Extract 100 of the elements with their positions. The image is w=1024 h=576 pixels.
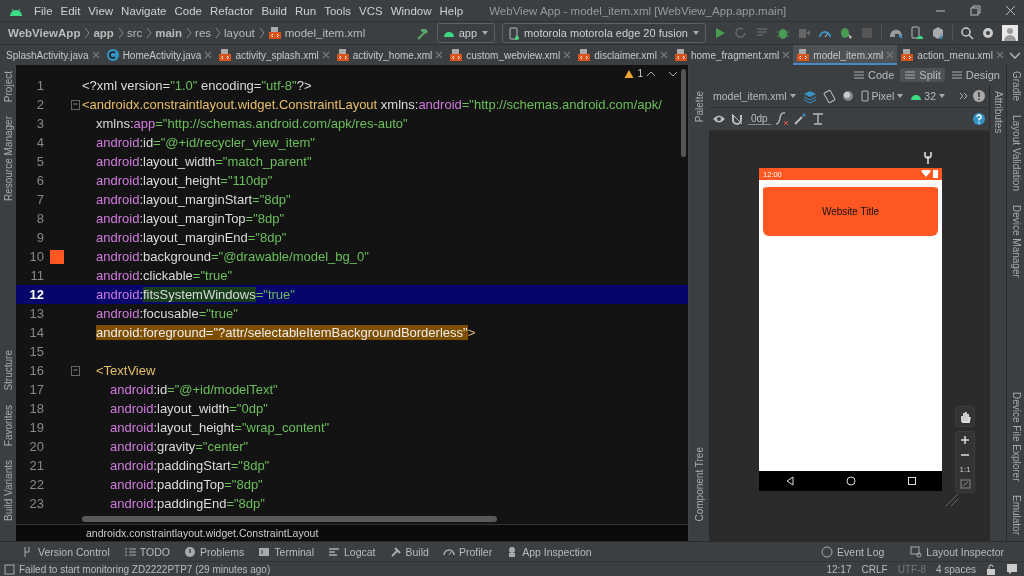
- zoom-in-icon[interactable]: [960, 435, 970, 445]
- file-tab[interactable]: HomeActivity.java: [102, 45, 216, 65]
- close-icon[interactable]: [563, 50, 572, 60]
- run-icon[interactable]: [713, 26, 727, 40]
- margin-field[interactable]: 0dp: [748, 113, 771, 125]
- menu-item[interactable]: Window: [386, 4, 436, 17]
- chevron-down-icon[interactable]: [1009, 50, 1021, 60]
- tool-window-button[interactable]: Build: [389, 545, 429, 558]
- run-config-dropdown[interactable]: app: [436, 23, 496, 43]
- tool-window-tab[interactable]: Layout Validation: [1010, 113, 1022, 193]
- actual-size-button[interactable]: 1:1: [959, 465, 971, 474]
- fold-icon[interactable]: [70, 98, 81, 111]
- tool-window-tab[interactable]: Project: [2, 69, 14, 105]
- file-tab[interactable]: action_menu.xml: [897, 45, 1007, 65]
- menu-item[interactable]: Tools: [320, 4, 355, 17]
- menu-item[interactable]: VCS: [355, 4, 387, 17]
- tool-window-tab[interactable]: Device Manager: [1010, 203, 1022, 280]
- menu-item[interactable]: Help: [435, 4, 468, 17]
- path-icon[interactable]: [774, 112, 789, 126]
- rotate-icon[interactable]: [821, 88, 837, 104]
- close-icon[interactable]: [659, 50, 668, 60]
- status-item[interactable]: 4 spaces: [935, 563, 976, 575]
- file-tab[interactable]: activity_home.xml: [332, 45, 447, 65]
- up-icon[interactable]: [646, 69, 656, 78]
- tool-window-button[interactable]: Version Control: [22, 545, 110, 558]
- tool-window-button[interactable]: App Inspection: [506, 545, 592, 558]
- menu-item[interactable]: File: [30, 4, 57, 17]
- file-tab[interactable]: custom_webview.xml: [446, 45, 575, 65]
- file-dropdown[interactable]: model_item.xml: [712, 90, 798, 102]
- tool-window-tab[interactable]: Resource Manager: [2, 114, 14, 204]
- menu-item[interactable]: Edit: [56, 4, 85, 17]
- lock-icon[interactable]: [986, 563, 996, 575]
- layers-icon[interactable]: [801, 88, 818, 104]
- bug-icon[interactable]: [776, 26, 790, 40]
- tool-window-tab[interactable]: Gradle: [1010, 69, 1022, 103]
- close-icon[interactable]: [995, 50, 1004, 60]
- device-dropdown[interactable]: Pixel: [858, 90, 906, 102]
- tool-window-tab[interactable]: Palette: [693, 89, 705, 125]
- restore-icon[interactable]: [970, 5, 981, 16]
- warning-count[interactable]: 1: [637, 68, 643, 79]
- device-dropdown[interactable]: motorola motorola edge 20 fusion: [502, 23, 706, 43]
- fold-icon[interactable]: [70, 364, 81, 377]
- breadcrumb[interactable]: res: [195, 27, 212, 39]
- bug-icon[interactable]: [839, 26, 853, 40]
- back-icon[interactable]: [784, 476, 795, 486]
- breadcrumb[interactable]: layout: [224, 27, 255, 39]
- breadcrumb[interactable]: main: [155, 27, 183, 39]
- file-tab[interactable]: disclaimer.xml: [574, 45, 671, 65]
- breadcrumb[interactable]: WebViewApp: [8, 27, 81, 39]
- close-icon[interactable]: [1005, 5, 1016, 16]
- scrollbar[interactable]: [82, 516, 497, 522]
- double-chevron-icon[interactable]: [959, 91, 968, 101]
- view-mode-button[interactable]: Design: [946, 68, 1004, 82]
- close-icon[interactable]: [435, 50, 444, 60]
- tool-window-tab[interactable]: Build Variants: [2, 458, 14, 523]
- menu-item[interactable]: Run: [291, 4, 321, 17]
- theme-icon[interactable]: [840, 89, 855, 103]
- status-item[interactable]: 12:17: [826, 563, 852, 575]
- menu-item[interactable]: Navigate: [117, 4, 171, 17]
- phone-icon[interactable]: [910, 26, 924, 40]
- recents-icon[interactable]: [906, 476, 917, 486]
- warning-icon[interactable]: [624, 68, 635, 79]
- tool-window-tab[interactable]: Emulator: [1010, 493, 1022, 537]
- panel-icon[interactable]: [4, 563, 15, 575]
- tool-window-tab[interactable]: Component Tree: [693, 444, 705, 523]
- caret-icon[interactable]: [788, 92, 797, 100]
- tool-window-button[interactable]: Terminal: [258, 545, 314, 558]
- settings-icon[interactable]: [981, 26, 995, 40]
- close-icon[interactable]: [204, 50, 213, 60]
- caret-icon[interactable]: [938, 92, 946, 100]
- magnet-icon[interactable]: [730, 112, 744, 126]
- tool-window-tab[interactable]: Favorites: [2, 402, 14, 449]
- close-icon[interactable]: [782, 50, 791, 60]
- caret-icon[interactable]: [692, 29, 700, 37]
- file-tab[interactable]: model_item.xml: [793, 45, 898, 65]
- tool-window-tab[interactable]: Structure: [2, 348, 14, 393]
- tool-window-button[interactable]: Event Log: [821, 545, 885, 558]
- scrollbar[interactable]: [681, 69, 686, 157]
- search-icon[interactable]: [960, 26, 974, 40]
- help-icon[interactable]: [972, 112, 986, 126]
- file-tab[interactable]: home_fragment.xml: [670, 45, 794, 65]
- api-dropdown[interactable]: 32: [909, 90, 947, 102]
- pan-icon[interactable]: [959, 410, 971, 423]
- menu-item[interactable]: View: [84, 4, 118, 17]
- tool-window-button[interactable]: TODO: [123, 545, 170, 558]
- tool-window-tab[interactable]: Device File Explorer: [1010, 389, 1022, 483]
- close-icon[interactable]: [321, 50, 330, 60]
- caret-icon[interactable]: [481, 29, 490, 37]
- fit-screen-icon[interactable]: [959, 479, 971, 489]
- view-mode-button[interactable]: Code: [849, 68, 899, 82]
- file-tab[interactable]: SplashActivity.java: [3, 45, 103, 65]
- menu-item[interactable]: Code: [170, 4, 206, 17]
- wand-icon[interactable]: [792, 112, 807, 126]
- caret-icon[interactable]: [896, 92, 905, 100]
- resize-handle-icon[interactable]: [945, 493, 959, 507]
- wrench-icon[interactable]: [923, 151, 933, 165]
- tool-window-tab[interactable]: Attributes: [992, 89, 1004, 136]
- status-item[interactable]: CRLF: [861, 563, 888, 575]
- file-tab[interactable]: activity_splash.xml: [215, 45, 333, 65]
- box-icon[interactable]: [931, 26, 945, 40]
